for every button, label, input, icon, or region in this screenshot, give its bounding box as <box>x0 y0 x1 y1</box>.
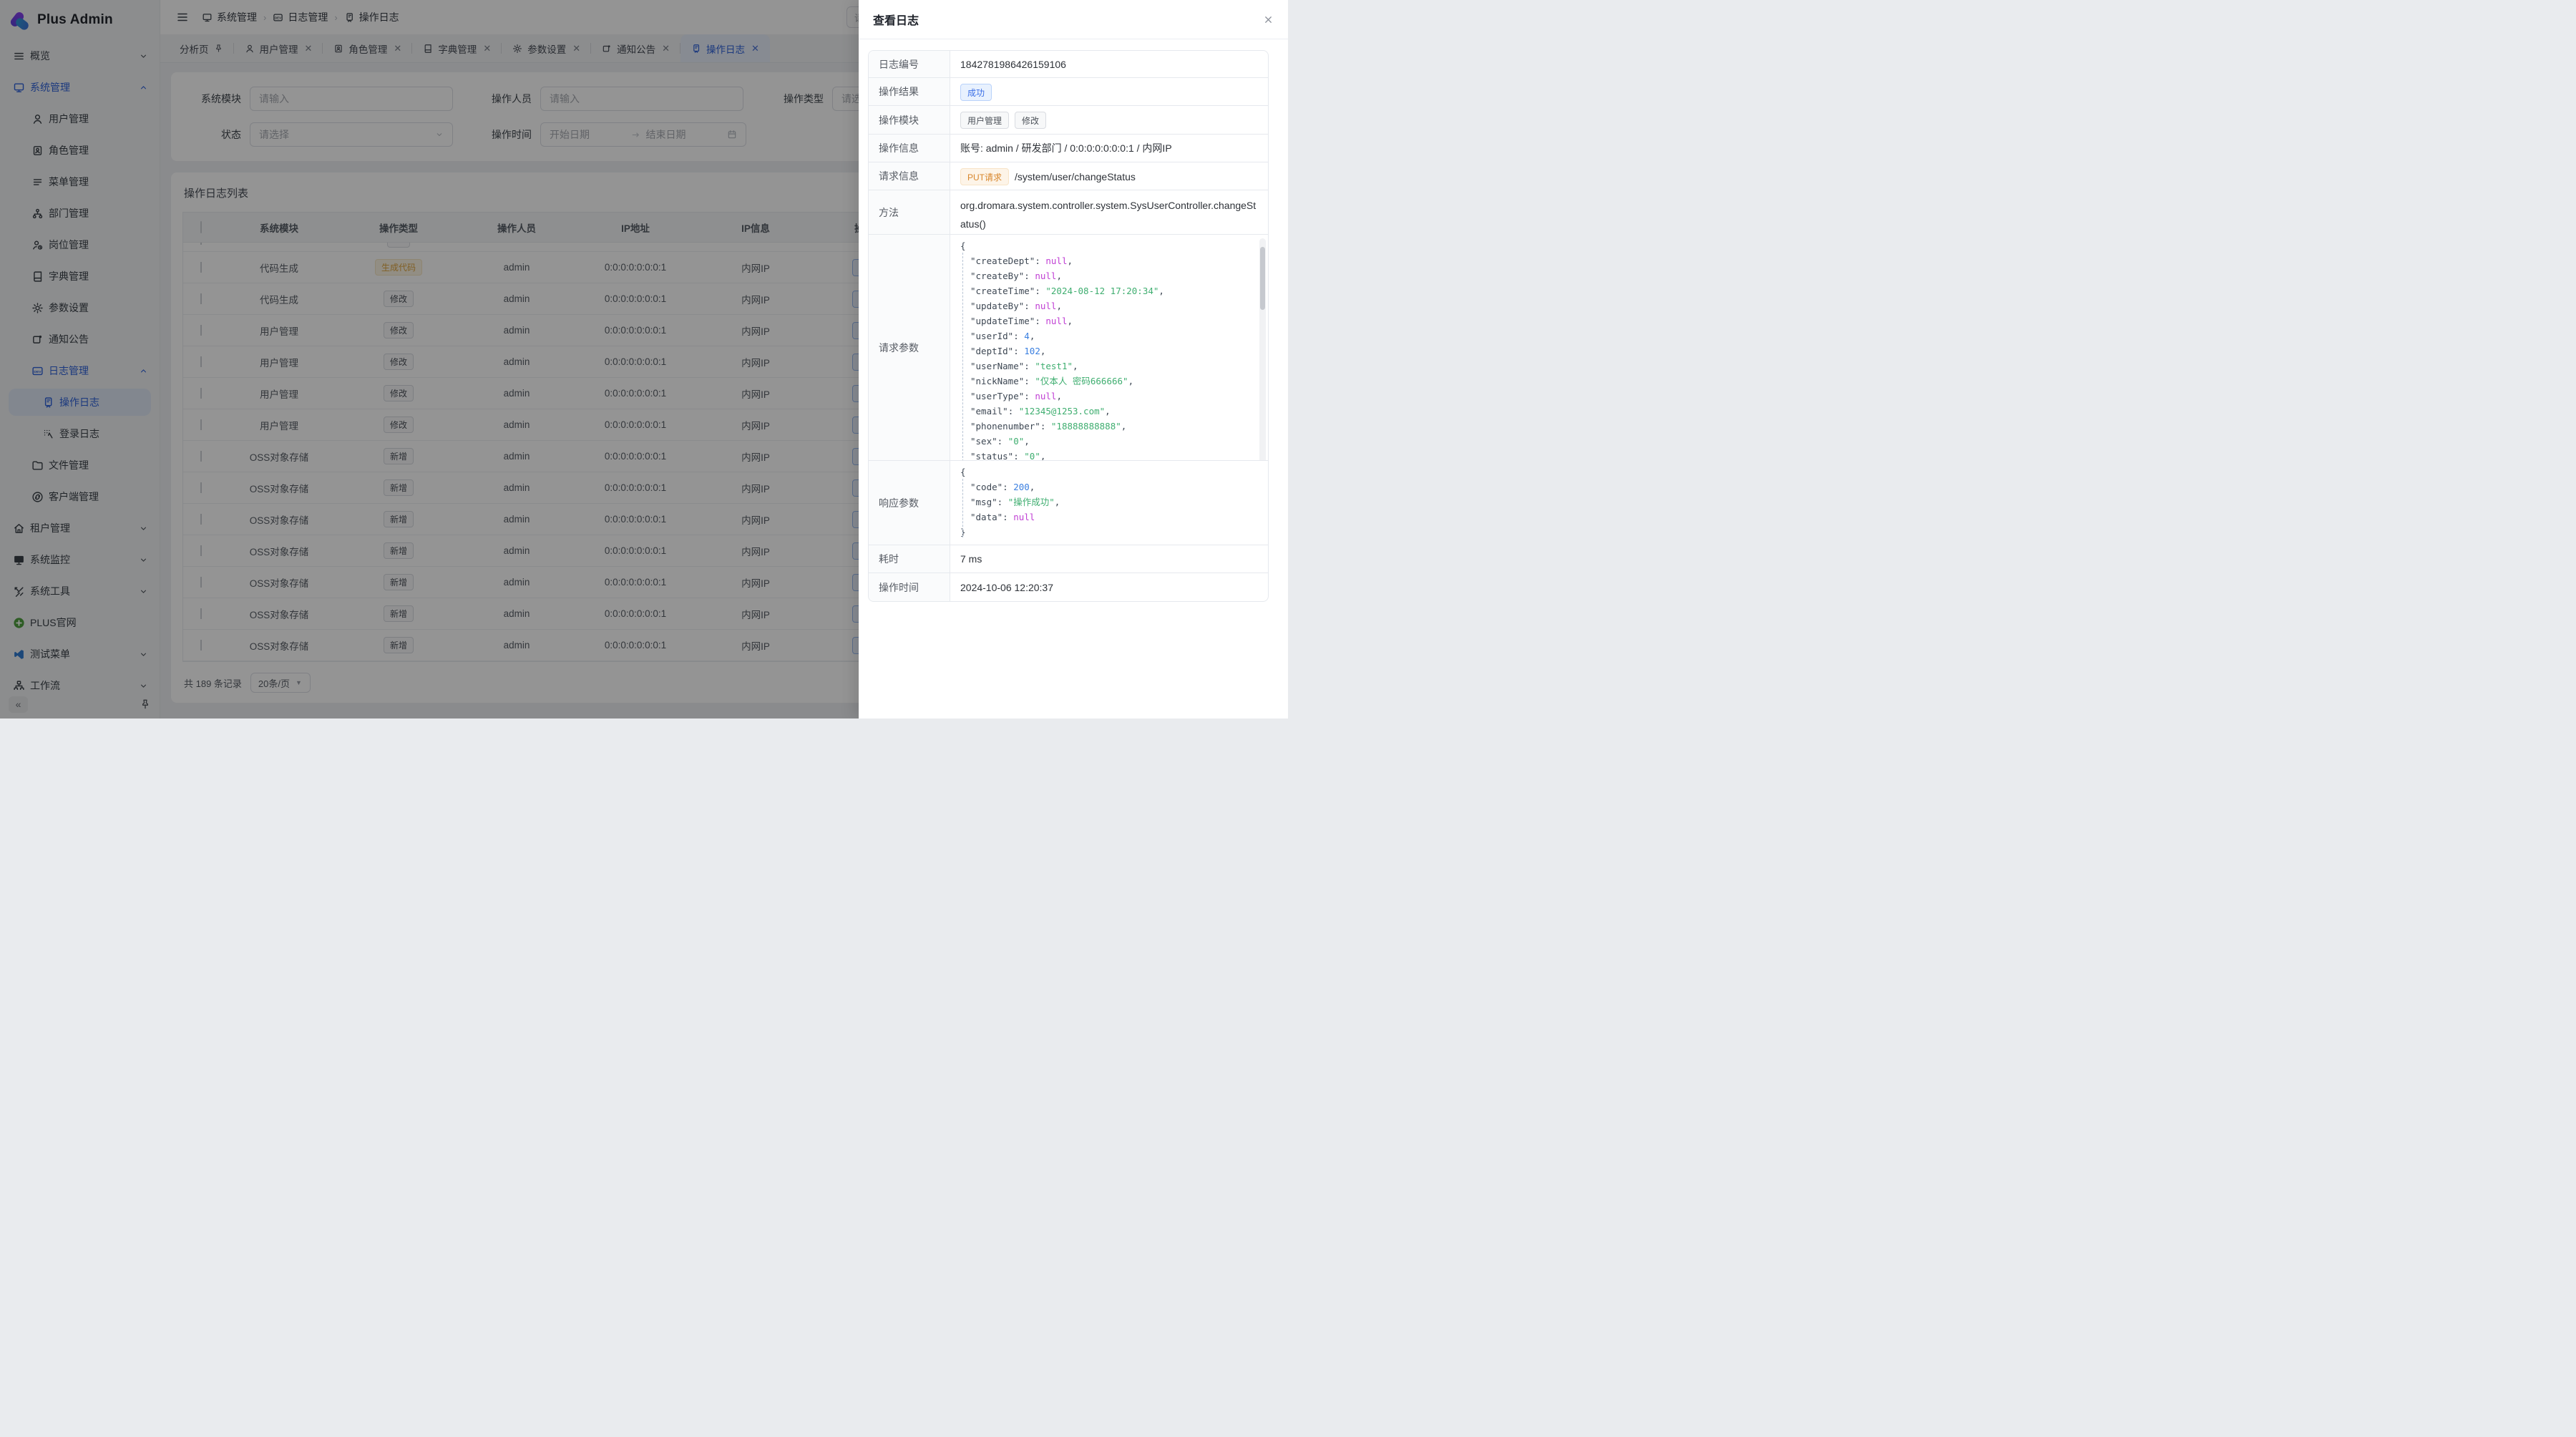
detail-label: 操作时间 <box>869 573 950 601</box>
code-line: "userType": null, <box>957 389 1261 404</box>
app-root: Plus Admin 概览系统管理用户管理角色管理菜单管理部门管理岗位管理字典管… <box>0 0 1288 718</box>
drawer-header: 查看日志 <box>859 0 1288 39</box>
detail-value: 1842781986426159106 <box>950 51 1268 77</box>
detail-label: 请求参数 <box>869 235 950 460</box>
detail-value: org.dromara.system.controller.system.Sys… <box>950 190 1268 234</box>
drawer-title: 查看日志 <box>873 11 919 28</box>
detail-label: 请求信息 <box>869 162 950 190</box>
code-line: "deptId": 102, <box>957 344 1261 359</box>
detail-row-4: 请求信息PUT请求/system/user/changeStatus <box>869 162 1268 190</box>
code-line: { <box>957 464 1261 479</box>
code-line: "createBy": null, <box>957 268 1261 283</box>
code-line: "createDept": null, <box>957 253 1261 268</box>
code-line: "code": 200, <box>957 479 1261 495</box>
code-line: "status": "0", <box>957 449 1261 460</box>
json-code-block: {"createDept": null,"createBy": null,"cr… <box>950 235 1268 460</box>
log-detail-drawer: 查看日志 日志编号1842781986426159106操作结果成功操作模块用户… <box>859 0 1288 718</box>
detail-row-5: 方法 org.dromara.system.controller.system.S… <box>869 190 1268 235</box>
detail-value: {"createDept": null,"createBy": null,"cr… <box>950 235 1268 460</box>
log-detail-table: 日志编号1842781986426159106操作结果成功操作模块用户管理修改操… <box>868 50 1269 602</box>
detail-value: 用户管理修改 <box>950 106 1268 134</box>
detail-row-2: 操作模块用户管理修改 <box>869 106 1268 135</box>
detail-row-3: 操作信息账号: admin / 研发部门 / 0:0:0:0:0:0:0:1 /… <box>869 135 1268 162</box>
method-value: org.dromara.system.controller.system.Sys… <box>960 196 1258 233</box>
detail-label: 日志编号 <box>869 51 950 77</box>
detail-value: 2024-10-06 12:20:37 <box>950 573 1268 601</box>
detail-row-8: 耗时7 ms <box>869 545 1268 573</box>
detail-label: 操作模块 <box>869 106 950 134</box>
indent-guide <box>962 253 963 460</box>
code-line: "updateBy": null, <box>957 298 1261 313</box>
code-line: "updateTime": null, <box>957 313 1261 328</box>
detail-value: 7 ms <box>950 545 1268 573</box>
detail-label: 耗时 <box>869 545 950 573</box>
detail-value: {"code": 200,"msg": "操作成功","data": null} <box>950 461 1268 545</box>
detail-label: 操作信息 <box>869 135 950 162</box>
code-line: "nickName": "仅本人 密码666666", <box>957 374 1261 389</box>
detail-row-0: 日志编号1842781986426159106 <box>869 51 1268 78</box>
detail-label: 方法 <box>869 190 950 234</box>
json-code-block: {"code": 200,"msg": "操作成功","data": null} <box>950 461 1268 543</box>
detail-tag: 修改 <box>1015 112 1046 129</box>
close-icon[interactable] <box>1263 14 1274 25</box>
code-line: "createTime": "2024-08-12 17:20:34", <box>957 283 1261 298</box>
detail-row-7: 响应参数{"code": 200,"msg": "操作成功","data": n… <box>869 461 1268 545</box>
code-line: "phonenumber": "18888888888", <box>957 419 1261 434</box>
detail-row-9: 操作时间2024-10-06 12:20:37 <box>869 573 1268 601</box>
code-line: "sex": "0", <box>957 434 1261 449</box>
drawer-mask[interactable] <box>0 0 859 718</box>
detail-tag: 用户管理 <box>960 112 1009 129</box>
code-line: "email": "12345@1253.com", <box>957 404 1261 419</box>
indent-guide <box>962 479 963 537</box>
code-line: "msg": "操作成功", <box>957 495 1261 510</box>
detail-value: 账号: admin / 研发部门 / 0:0:0:0:0:0:0:1 / 内网I… <box>950 135 1268 162</box>
code-line: } <box>957 525 1261 540</box>
detail-row-6: 请求参数{"createDept": null,"createBy": null… <box>869 235 1268 461</box>
detail-value: 成功 <box>950 78 1268 105</box>
code-line: "userId": 4, <box>957 328 1261 344</box>
detail-label: 响应参数 <box>869 461 950 545</box>
code-line: "userName": "test1", <box>957 359 1261 374</box>
request-method-tag: PUT请求 <box>960 168 1009 185</box>
code-line: { <box>957 238 1261 253</box>
code-line: "data": null <box>957 510 1261 525</box>
detail-label: 操作结果 <box>869 78 950 105</box>
request-path: /system/user/changeStatus <box>1015 171 1136 182</box>
detail-tag: 成功 <box>960 84 992 101</box>
scrollbar-thumb[interactable] <box>1260 247 1265 310</box>
detail-row-1: 操作结果成功 <box>869 78 1268 106</box>
detail-value: PUT请求/system/user/changeStatus <box>950 162 1268 190</box>
scrollbar-track[interactable] <box>1259 238 1266 460</box>
